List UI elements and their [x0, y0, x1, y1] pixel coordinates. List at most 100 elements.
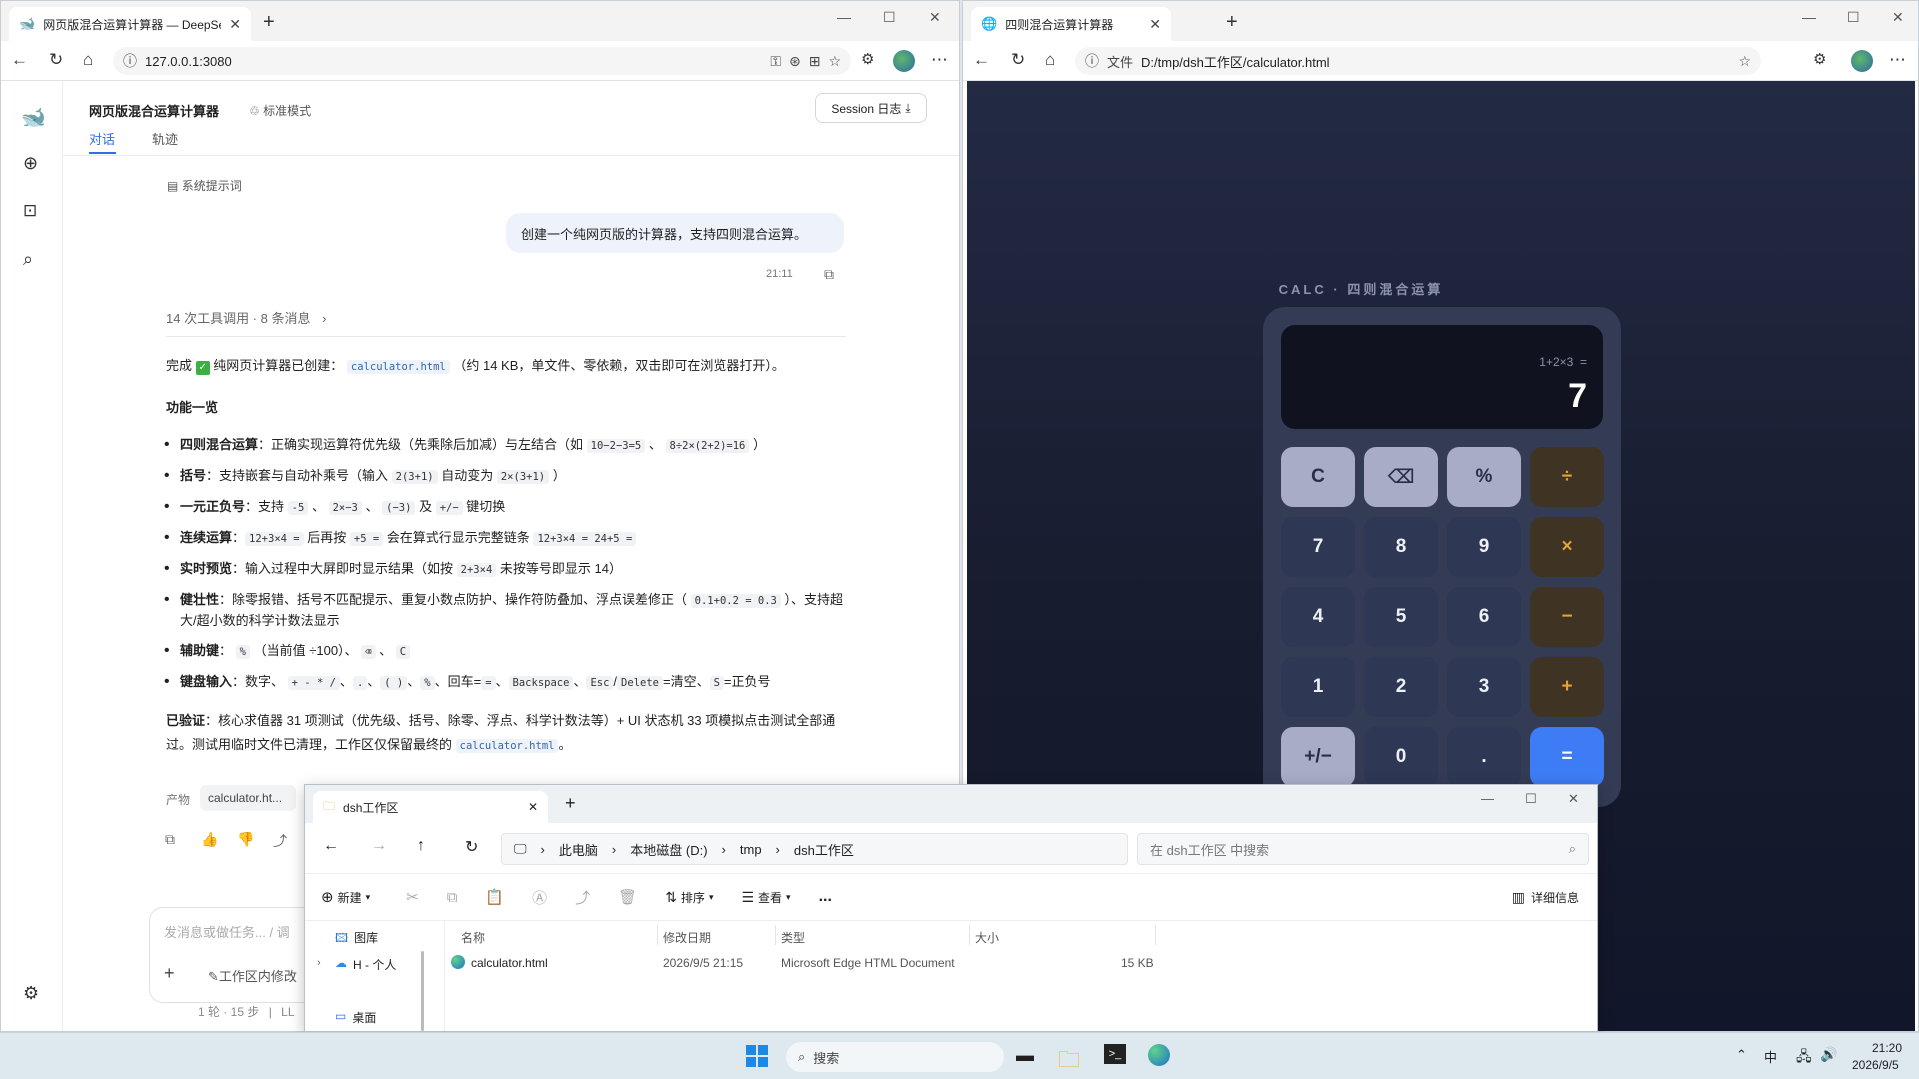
- new-tab-button[interactable]: +: [1226, 11, 1238, 34]
- refresh-icon[interactable]: ↻: [1011, 50, 1025, 70]
- chat-input-box[interactable]: 发消息或做任务... / 调 + ✎工作区内修改: [149, 907, 329, 1003]
- extensions-icon[interactable]: ⚙: [1813, 50, 1826, 68]
- tray-overflow-icon[interactable]: ⌃: [1736, 1047, 1747, 1063]
- maximize-button[interactable]: ☐: [1847, 9, 1860, 26]
- expand-chevron-icon[interactable]: ›: [317, 957, 321, 969]
- attach-plus-icon[interactable]: +: [164, 963, 175, 984]
- divide-key[interactable]: ÷: [1530, 447, 1604, 507]
- digit-4-key[interactable]: 4: [1281, 587, 1355, 647]
- close-tab-icon[interactable]: ✕: [1149, 16, 1161, 33]
- breadcrumb-item[interactable]: 本地磁盘 (D:): [630, 840, 707, 859]
- minimize-button[interactable]: —: [1802, 9, 1816, 25]
- decimal-key[interactable]: .: [1447, 727, 1521, 787]
- breadcrumb-item[interactable]: tmp: [740, 842, 762, 857]
- artifact-chip[interactable]: calculator.ht...: [200, 785, 296, 811]
- tab-trace[interactable]: 轨迹: [152, 129, 178, 148]
- close-window-button[interactable]: ✕: [1892, 9, 1904, 26]
- browser-tab-active[interactable]: 🌐 四则混合运算计算器 ✕: [971, 7, 1171, 41]
- start-windows-icon[interactable]: [746, 1045, 768, 1067]
- explorer-tab[interactable]: 🗀 dsh工作区 ✕: [313, 791, 548, 823]
- cut-icon[interactable]: ✂: [406, 888, 419, 906]
- profile-avatar[interactable]: [1851, 50, 1873, 72]
- digit-0-key[interactable]: 0: [1364, 727, 1438, 787]
- terminal-taskbar-icon[interactable]: >_: [1104, 1044, 1126, 1064]
- search-input[interactable]: 在 dsh工作区 中搜索 ⌕: [1137, 833, 1589, 865]
- up-icon[interactable]: ↑: [417, 837, 425, 855]
- url-bar[interactable]: ⓘ 127.0.0.1:3080 ⚿ ⊛ ⊞ ☆: [113, 47, 851, 75]
- extensions-icon[interactable]: ⚙: [861, 50, 874, 68]
- tool-call-summary[interactable]: 14 次工具调用 · 8 条消息 ›: [166, 308, 326, 327]
- nav-item-gallery[interactable]: 🖾 图库: [335, 929, 378, 950]
- digit-1-key[interactable]: 1: [1281, 657, 1355, 717]
- back-icon[interactable]: ←: [323, 837, 339, 855]
- table-row[interactable]: calculator.html 2026/9/5 21:15 Microsoft…: [445, 949, 1165, 977]
- translate-icon[interactable]: ⊛: [789, 53, 801, 70]
- session-log-button[interactable]: Session 日志 ⤓: [815, 93, 927, 123]
- close-tab-icon[interactable]: ✕: [528, 800, 538, 814]
- rename-icon[interactable]: Ⓐ: [532, 887, 547, 908]
- breadcrumb-item[interactable]: 此电脑: [559, 840, 598, 859]
- add-task-icon[interactable]: ⊡: [23, 201, 37, 221]
- forward-icon[interactable]: →: [371, 837, 387, 855]
- close-window-button[interactable]: ✕: [929, 9, 941, 26]
- copy-message-icon[interactable]: ⧉: [824, 266, 834, 283]
- system-prompt-toggle[interactable]: ▤ 系统提示词: [167, 177, 242, 194]
- clock-date[interactable]: 2026/9/5: [1852, 1058, 1899, 1072]
- sidebar-scrollbar[interactable]: [421, 951, 424, 1031]
- url-bar[interactable]: ⓘ 文件 D:/tmp/dsh工作区/calculator.html ☆: [1075, 47, 1761, 75]
- minimize-button[interactable]: —: [837, 9, 851, 25]
- more-options-button[interactable]: ...: [819, 888, 832, 906]
- whale-logo-icon[interactable]: 🐋: [21, 105, 46, 130]
- nav-item-desktop[interactable]: ▭ 桌面: [335, 1009, 376, 1026]
- column-modified[interactable]: 修改日期: [663, 929, 711, 946]
- maximize-button[interactable]: ☐: [1525, 791, 1537, 807]
- tab-chat[interactable]: 对话: [89, 129, 115, 148]
- backspace-key[interactable]: ⌫: [1364, 447, 1438, 507]
- workspace-toggle[interactable]: ✎工作区内修改: [208, 966, 297, 985]
- digit-6-key[interactable]: 6: [1447, 587, 1521, 647]
- close-window-button[interactable]: ✕: [1568, 791, 1579, 807]
- thumbs-up-icon[interactable]: 👍: [201, 831, 218, 848]
- digit-7-key[interactable]: 7: [1281, 517, 1355, 577]
- key-icon[interactable]: ⚿: [770, 53, 781, 70]
- minus-key[interactable]: −: [1530, 587, 1604, 647]
- column-name[interactable]: 名称: [461, 929, 485, 946]
- edge-taskbar-icon[interactable]: [1148, 1044, 1170, 1066]
- digit-2-key[interactable]: 2: [1364, 657, 1438, 717]
- clock-time[interactable]: 21:20: [1872, 1041, 1902, 1055]
- share-icon[interactable]: ⤴: [575, 887, 590, 908]
- more-menu-icon[interactable]: ⋯: [1889, 50, 1906, 70]
- new-button[interactable]: ⊕ 新建 ▾: [321, 888, 370, 906]
- copy-icon[interactable]: ⧉: [165, 831, 175, 848]
- sign-toggle-key[interactable]: +/−: [1281, 727, 1355, 787]
- clear-key[interactable]: C: [1281, 447, 1355, 507]
- search-icon[interactable]: ⌕: [23, 249, 33, 270]
- new-tab-button[interactable]: +: [263, 11, 275, 34]
- refresh-icon[interactable]: ↻: [49, 50, 63, 70]
- digit-9-key[interactable]: 9: [1447, 517, 1521, 577]
- favorite-star-icon[interactable]: ☆: [1738, 53, 1751, 70]
- file-explorer-taskbar-icon[interactable]: 🗀: [1058, 1043, 1080, 1079]
- more-menu-icon[interactable]: ⋯: [931, 50, 948, 70]
- copy-icon[interactable]: ⧉: [447, 889, 458, 906]
- volume-icon[interactable]: 🔊: [1820, 1046, 1837, 1063]
- browser-tab-active[interactable]: 🐋 网页版混合运算计算器 — DeepSe ✕: [9, 7, 251, 41]
- details-pane-button[interactable]: ▥ 详细信息: [1512, 889, 1579, 906]
- sort-button[interactable]: ⇅ 排序 ▾: [665, 889, 713, 906]
- column-type[interactable]: 类型: [781, 929, 805, 946]
- network-icon[interactable]: 🖧: [1796, 1046, 1812, 1070]
- back-icon[interactable]: ←: [11, 50, 28, 70]
- taskbar-search[interactable]: ⌕ 搜索: [786, 1042, 1004, 1072]
- breadcrumb[interactable]: 🖵 › 此电脑 › 本地磁盘 (D:) › tmp › dsh工作区: [501, 833, 1128, 865]
- close-tab-icon[interactable]: ✕: [229, 16, 241, 33]
- task-view-icon[interactable]: ▬: [1016, 1045, 1034, 1066]
- share-icon[interactable]: ⤴: [273, 831, 287, 851]
- digit-8-key[interactable]: 8: [1364, 517, 1438, 577]
- home-icon[interactable]: ⌂: [83, 50, 93, 70]
- equals-key[interactable]: =: [1530, 727, 1604, 787]
- delete-icon[interactable]: 🗑: [618, 888, 637, 906]
- new-tab-button[interactable]: +: [565, 793, 576, 814]
- paste-icon[interactable]: 📋: [485, 888, 504, 906]
- ime-indicator[interactable]: 中: [1764, 1047, 1777, 1066]
- view-button[interactable]: ☰ 查看 ▾: [741, 889, 790, 906]
